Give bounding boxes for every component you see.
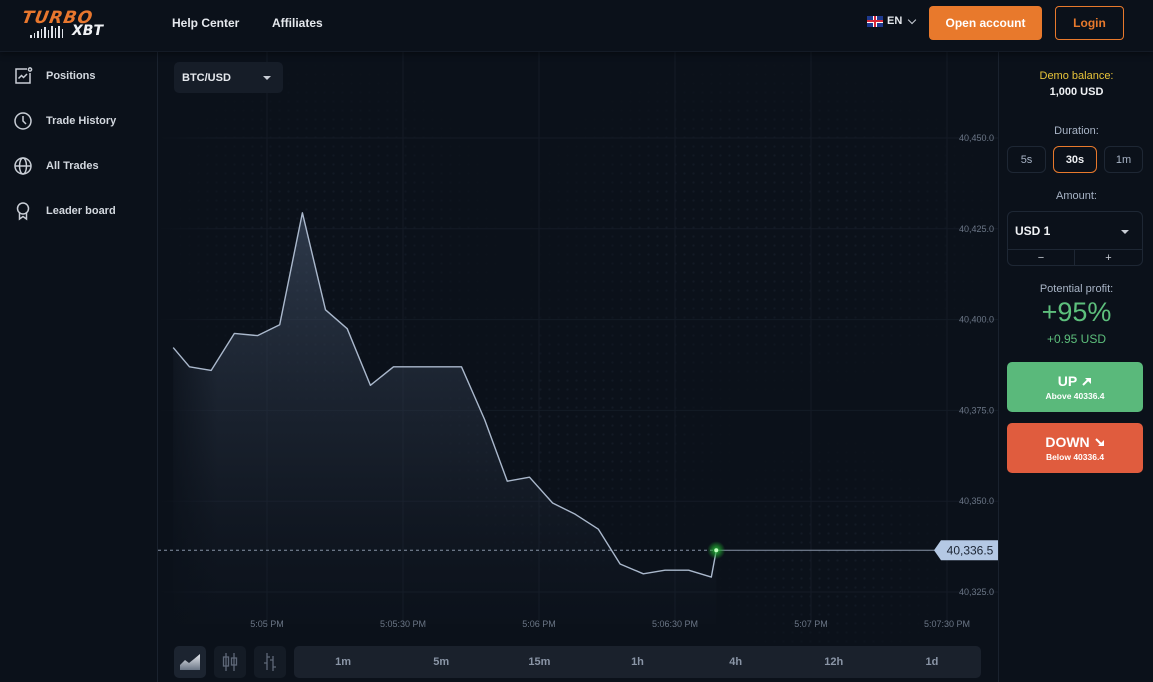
- award-ribbon-icon: [16, 202, 30, 221]
- chart-toolbar: 1m 5m 15m 1h 4h 12h 1d: [158, 640, 998, 682]
- language-selector[interactable]: EN: [867, 15, 917, 27]
- amount-selector[interactable]: USD 1 − +: [1007, 211, 1143, 266]
- sidebar: Positions Trade History All Trades Leade…: [0, 52, 158, 682]
- area-chart-button[interactable]: [174, 646, 206, 678]
- candlestick-chart-button[interactable]: [214, 646, 246, 678]
- sidebar-item-leader-board[interactable]: Leader board: [13, 201, 116, 221]
- logo[interactable]: TURBO XBT: [20, 8, 122, 40]
- area-chart-icon: [180, 654, 200, 670]
- uk-flag-icon: [867, 15, 883, 27]
- timeframe-1h[interactable]: 1h: [588, 646, 686, 678]
- chart-frame-icon: [15, 67, 33, 84]
- caret-down-icon: [263, 75, 271, 80]
- current-price-label: 40,336.5: [947, 544, 994, 558]
- duration-options: 5s 30s 1m: [1007, 146, 1143, 173]
- y-tick-label: 40,325.0: [959, 587, 994, 597]
- timeframe-5m[interactable]: 5m: [392, 646, 490, 678]
- potential-profit-label: Potential profit:: [1039, 283, 1114, 295]
- timeframe-1m[interactable]: 1m: [294, 646, 392, 678]
- open-account-button[interactable]: Open account: [929, 6, 1042, 40]
- duration-1m[interactable]: 1m: [1104, 146, 1143, 173]
- arrow-up-right-icon: [1082, 377, 1092, 386]
- demo-balance-value: 1,000 USD: [1049, 86, 1104, 98]
- trade-panel: Demo balance: 1,000 USD Duration: 5s 30s…: [998, 52, 1153, 682]
- bar-chart-button[interactable]: [254, 646, 286, 678]
- down-button[interactable]: DOWN Below 40336.4: [1007, 423, 1143, 473]
- clock-icon: [14, 112, 32, 130]
- duration-30s[interactable]: 30s: [1053, 146, 1097, 173]
- nav-affiliates[interactable]: Affiliates: [272, 16, 323, 30]
- x-tick-label: 5:07 PM: [794, 619, 828, 629]
- chart-svg: 40,450.0 40,425.0 40,400.0 40,375.0 40,350.0…: [158, 52, 998, 652]
- demo-balance-label: Demo balance:: [1039, 70, 1114, 82]
- y-tick-label: 40,400.0: [959, 315, 994, 325]
- down-threshold: Below 40336.4: [1045, 452, 1105, 462]
- nav-help-center[interactable]: Help Center: [172, 16, 239, 30]
- x-tick-label: 5:05:30 PM: [380, 619, 426, 629]
- sidebar-item-label: All Trades: [46, 160, 99, 172]
- chevron-down-icon: [908, 15, 917, 24]
- top-bar: TURBO XBT Help Center Affiliates EN Open…: [0, 0, 1153, 52]
- logo-xbt-text: XBT: [72, 23, 104, 39]
- price-chart[interactable]: 40,450.0 40,425.0 40,400.0 40,375.0 40,350.0…: [158, 52, 998, 682]
- x-tick-label: 5:07:30 PM: [924, 619, 970, 629]
- x-tick-label: 5:06:30 PM: [652, 619, 698, 629]
- current-price-dot: [714, 548, 719, 553]
- sidebar-item-label: Positions: [46, 70, 96, 82]
- ohlc-bars-icon: [264, 653, 276, 671]
- logo-bars-icon: [30, 26, 63, 38]
- potential-profit-percent: +95%: [1041, 297, 1112, 327]
- sidebar-item-positions[interactable]: Positions: [13, 66, 96, 86]
- up-threshold: Above 40336.4: [1045, 391, 1105, 401]
- up-button[interactable]: UP Above 40336.4: [1007, 362, 1143, 412]
- globe-icon: [14, 157, 32, 175]
- timeframe-15m[interactable]: 15m: [490, 646, 588, 678]
- login-button[interactable]: Login: [1055, 6, 1124, 40]
- y-tick-label: 40,425.0: [959, 224, 994, 234]
- timeframe-12h[interactable]: 12h: [785, 646, 883, 678]
- sidebar-item-trade-history[interactable]: Trade History: [13, 111, 116, 131]
- candlestick-icon: [222, 653, 238, 671]
- x-tick-label: 5:06 PM: [522, 619, 556, 629]
- y-tick-label: 40,375.0: [959, 405, 994, 415]
- amount-value: USD 1: [1015, 224, 1051, 238]
- amount-label: Amount:: [1056, 190, 1097, 202]
- price-area-fill: [173, 212, 717, 625]
- timeframe-4h[interactable]: 4h: [687, 646, 785, 678]
- amount-decrease-button[interactable]: −: [1008, 250, 1075, 266]
- x-tick-label: 5:05 PM: [250, 619, 284, 629]
- timeframe-selector: 1m 5m 15m 1h 4h 12h 1d: [294, 646, 981, 678]
- language-code: EN: [887, 15, 903, 27]
- caret-down-icon[interactable]: [1121, 230, 1129, 234]
- pair-selector[interactable]: BTC/USD: [174, 62, 283, 93]
- up-label: UP: [1057, 373, 1078, 389]
- down-label: DOWN: [1045, 434, 1090, 450]
- sidebar-item-label: Trade History: [46, 115, 117, 127]
- duration-label: Duration:: [1054, 125, 1099, 137]
- duration-5s[interactable]: 5s: [1007, 146, 1046, 173]
- potential-profit-usd: +0.95 USD: [1046, 332, 1107, 346]
- y-tick-label: 40,350.0: [959, 496, 994, 506]
- arrow-down-right-icon: [1094, 437, 1104, 446]
- timeframe-1d[interactable]: 1d: [883, 646, 981, 678]
- amount-increase-button[interactable]: +: [1075, 250, 1142, 266]
- left-fade: [158, 52, 218, 652]
- sidebar-item-all-trades[interactable]: All Trades: [13, 156, 99, 176]
- y-tick-label: 40,450.0: [959, 133, 994, 143]
- pair-label: BTC/USD: [182, 71, 231, 84]
- sidebar-item-label: Leader board: [46, 205, 116, 217]
